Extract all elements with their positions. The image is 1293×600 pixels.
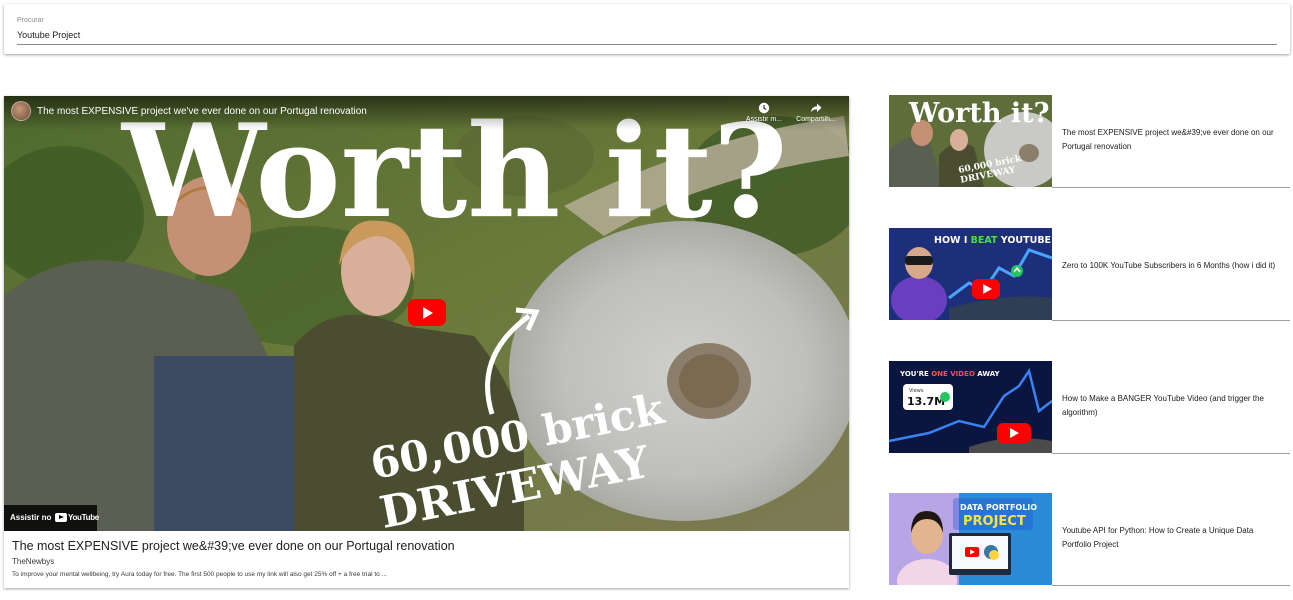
channel-avatar[interactable] [11,101,31,121]
watch-later-label: Assistir m... [745,116,783,123]
search-label: Procurar [17,17,44,24]
watch-on-label: Assistir no [10,513,52,522]
related-thumbnail[interactable]: Views 13.7M YOU'RE ONE VIDEO AWAY [889,361,1052,453]
svg-text:PROJECT: PROJECT [963,514,1026,529]
related-video-title[interactable]: Youtube API for Python: How to Create a … [1062,524,1282,552]
youtube-logo-icon [55,513,67,522]
svg-text:HOW I BEAT YOUTUBE: HOW I BEAT YOUTUBE [934,235,1051,246]
related-thumbnail[interactable]: HOW I BEAT YOUTUBE [889,228,1052,320]
main-video-card: Worth it? 60,000 brick DRIVEWAY The most… [4,96,849,588]
main-video-channel[interactable]: TheNewbys [12,557,54,566]
svg-text:Worth it?: Worth it? [908,98,1049,129]
related-video-title[interactable]: How to Make a BANGER YouTube Video (and … [1062,392,1282,420]
player-top-bar: The most EXPENSIVE project we've ever do… [4,96,849,130]
related-thumbnail[interactable]: DATA PORTFOLIO PROJECT [889,493,1052,585]
related-video-title[interactable]: Zero to 100K YouTube Subscribers in 6 Mo… [1062,259,1282,273]
play-button[interactable] [408,299,446,326]
main-video-description: To improve your mental wellbeing, try Au… [12,571,387,578]
player-title[interactable]: The most EXPENSIVE project we've ever do… [37,106,367,117]
share-icon [810,103,822,113]
video-player[interactable]: Worth it? 60,000 brick DRIVEWAY The most… [4,96,849,531]
svg-text:YOU'RE ONE VIDEO AWAY: YOU'RE ONE VIDEO AWAY [899,370,1001,378]
watch-on-youtube-button[interactable]: Assistir no YouTube [4,505,99,531]
svg-text:DATA PORTFOLIO: DATA PORTFOLIO [960,503,1037,512]
main-video-title[interactable]: The most EXPENSIVE project we&#39;ve eve… [12,539,455,553]
share-label: Compartilh... [796,116,836,123]
divider [1052,320,1290,321]
clock-icon [758,102,770,114]
svg-text:13.7M: 13.7M [907,395,945,408]
watch-later-button[interactable]: Assistir m... [739,102,789,123]
divider [1052,453,1290,454]
share-button[interactable]: Compartilh... [791,102,841,123]
related-video-item[interactable]: Views 13.7M YOU'RE ONE VIDEO AWAY How to… [889,361,1290,454]
related-thumbnail[interactable]: Worth it? 60,000 brick DRIVEWAY [889,95,1052,187]
svg-text:Views: Views [909,388,924,394]
related-video-title[interactable]: The most EXPENSIVE project we&#39;ve eve… [1062,126,1282,154]
related-video-item[interactable]: Worth it? 60,000 brick DRIVEWAY The most… [889,95,1290,188]
related-video-item[interactable]: DATA PORTFOLIO PROJECT Youtube API for P… [889,493,1290,586]
search-input[interactable] [17,26,1277,45]
youtube-wordmark: YouTube [68,513,99,522]
divider [1052,585,1290,586]
divider [1052,187,1290,188]
related-video-item[interactable]: HOW I BEAT YOUTUBE Zero to 100K YouTube … [889,228,1290,321]
search-card: Procurar [4,4,1290,54]
